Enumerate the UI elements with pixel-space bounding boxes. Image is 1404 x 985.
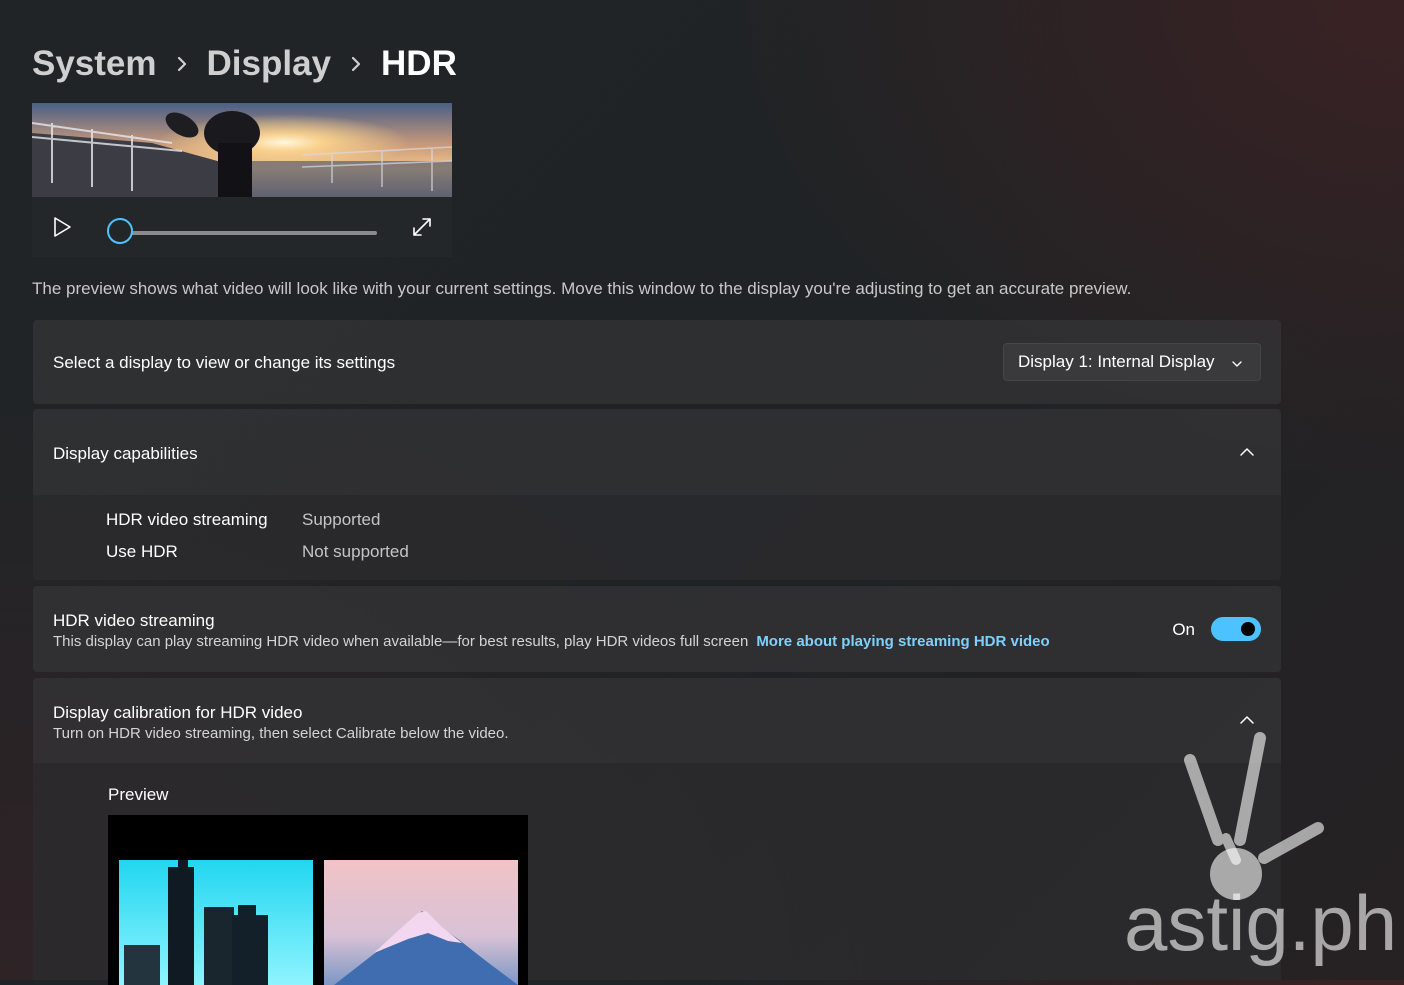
select-display-label: Select a display to view or change its s… [53, 353, 396, 372]
astig-logo-watermark: astig.ph [1118, 728, 1404, 980]
page-title: HDR [381, 44, 457, 83]
chevron-right-icon [175, 55, 189, 73]
preview-label: Preview [108, 785, 169, 804]
display-select-dropdown[interactable]: Display 1: Internal Display [1003, 343, 1261, 381]
breadcrumb: System Display HDR [32, 40, 457, 88]
capability-value: Not supported [302, 542, 409, 561]
display-calibration-header[interactable]: Display calibration for HDR video Turn o… [33, 678, 1281, 763]
seek-slider-thumb[interactable] [107, 218, 133, 244]
video-controls [32, 197, 452, 257]
watermark-text: astig.ph [1124, 879, 1397, 967]
hdr-streaming-title: HDR video streaming [53, 611, 215, 630]
chevron-down-icon [1230, 356, 1244, 370]
breadcrumb-system[interactable]: System [32, 44, 157, 84]
calibration-title: Display calibration for HDR video [53, 703, 303, 722]
toggle-knob [1241, 622, 1255, 636]
hdr-streaming-subtitle: This display can play streaming HDR vide… [53, 633, 749, 650]
display-calibration-content: Preview [33, 763, 1281, 985]
capability-label: Use HDR [106, 542, 178, 561]
hdr-video-streaming-card: HDR video streaming This display can pla… [33, 586, 1281, 672]
video-frame-image [32, 103, 452, 197]
breadcrumb-display[interactable]: Display [207, 44, 332, 84]
capability-label: HDR video streaming [106, 510, 268, 529]
display-capabilities-content: HDR video streaming Supported Use HDR No… [33, 495, 1281, 580]
expand-icon[interactable] [412, 217, 432, 237]
display-capabilities-header[interactable]: Display capabilities [33, 409, 1281, 495]
calibration-subtitle: Turn on HDR video streaming, then select… [53, 725, 509, 742]
toggle-state-label: On [1172, 620, 1195, 639]
hdr-streaming-toggle[interactable] [1211, 617, 1261, 641]
more-about-hdr-link[interactable]: More about playing streaming HDR video [756, 633, 1049, 650]
calibration-preview-graphic [119, 860, 518, 985]
preview-description: The preview shows what video will look l… [32, 279, 1132, 298]
display-capabilities-title: Display capabilities [53, 444, 198, 463]
seek-track[interactable] [124, 231, 377, 235]
capability-value: Supported [302, 510, 381, 529]
calibration-preview-image [108, 815, 528, 985]
display-select-value: Display 1: Internal Display [1018, 352, 1215, 371]
chevron-up-icon[interactable] [1239, 712, 1255, 728]
video-preview[interactable] [32, 103, 452, 197]
hdr-streaming-description: This display can play streaming HDR vide… [53, 633, 1050, 650]
select-display-card: Select a display to view or change its s… [33, 320, 1281, 404]
play-icon[interactable] [50, 215, 74, 239]
chevron-right-icon [349, 55, 363, 73]
chevron-up-icon[interactable] [1239, 444, 1255, 460]
astig-logo-icon: astig.ph [1124, 732, 1397, 967]
